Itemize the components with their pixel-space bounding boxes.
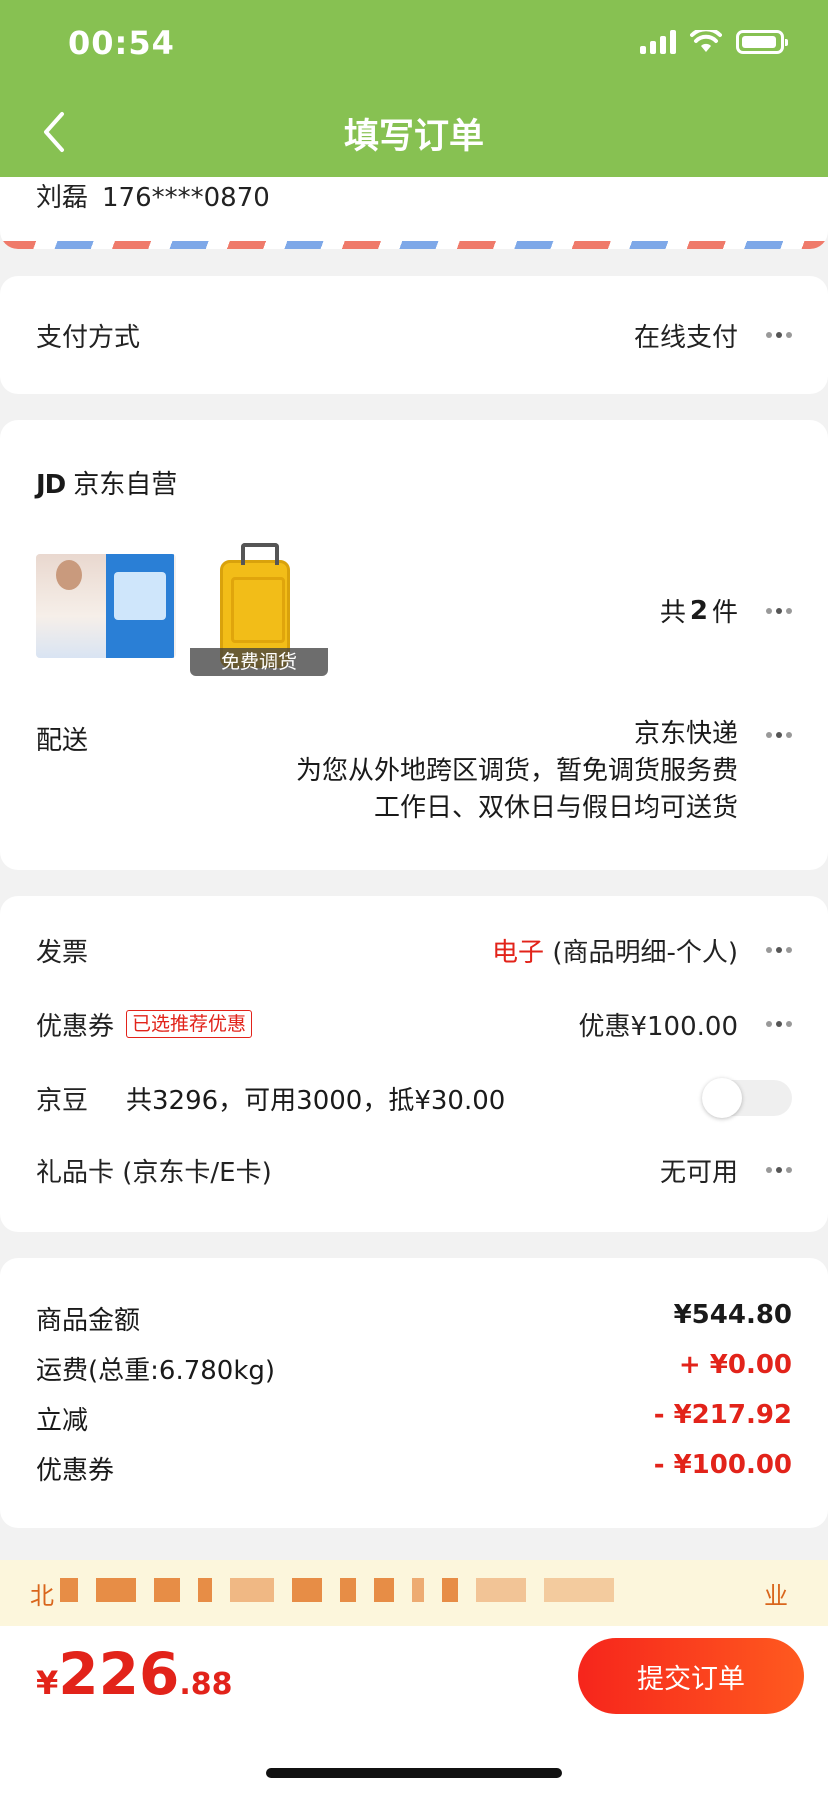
payment-label: 支付方式	[36, 322, 141, 353]
summary-label: 商品金额	[36, 1306, 141, 1336]
delivery-text: 京东快递 为您从外地跨区调货，暂免调货服务费 工作日、双休日与假日均可送货	[296, 716, 738, 827]
product-image-part	[36, 554, 110, 658]
delivery-note: 为您从外地跨区调货，暂免调货服务费	[295, 756, 738, 786]
giftcard-label: 礼品卡 (京东卡/E卡)	[36, 1157, 272, 1188]
coupon-value: 优惠¥100.00	[578, 1011, 738, 1042]
recipient-name: 刘磊	[36, 183, 89, 213]
address-card[interactable]: 刘磊 176****0870	[0, 177, 828, 249]
item-count-suffix: 件	[711, 598, 738, 628]
status-icons	[640, 30, 788, 54]
giftcard-row[interactable]: 礼品卡 (京东卡/E卡) 无可用	[36, 1150, 792, 1190]
item-count-prefix: 共	[659, 598, 686, 628]
jingdou-toggle[interactable]	[702, 1078, 792, 1118]
product-thumbnail-travel-pack[interactable]	[36, 554, 176, 658]
page-title: 填写订单	[343, 117, 484, 157]
more-dots-icon	[766, 1167, 792, 1173]
price-summary-card: 商品金额 ¥544.80 运费(总重:6.780kg) + ¥0.00 立减 -…	[0, 1258, 828, 1528]
payment-card[interactable]: 支付方式 在线支付	[0, 276, 828, 394]
summary-amount: - ¥100.00	[653, 1450, 792, 1480]
shop-card: JD 京东自营 免费调货 共2件 配送 京东快递 为您从外地跨区调货，暂免调货服务…	[0, 420, 828, 870]
airmail-border-divider	[0, 241, 828, 249]
price-decimal: .88	[179, 1667, 233, 1702]
coupon-recommended-tag: 已选推荐优惠	[126, 1010, 253, 1038]
jingdou-info: 共3296，可用3000，抵¥30.00	[126, 1085, 506, 1116]
summary-amount: - ¥217.92	[653, 1400, 792, 1430]
home-indicator[interactable]	[266, 1768, 562, 1778]
product-thumbnail-suitcase[interactable]: 免费调货	[190, 540, 328, 676]
summary-row: 运费(总重:6.780kg) + ¥0.00	[36, 1350, 792, 1387]
more-dots-icon	[766, 607, 792, 614]
options-card: 发票 电子 (商品明细-个人) 优惠券 已选推荐优惠 优惠¥100.00 京豆 …	[0, 896, 828, 1232]
submit-order-button[interactable]: 提交订单	[578, 1638, 804, 1714]
summary-label: 运费(总重:6.780kg)	[36, 1356, 276, 1386]
delivery-label: 配送	[36, 726, 89, 756]
price-integer: 226	[58, 1640, 180, 1708]
delivery-method: 京东快递	[633, 719, 738, 749]
summary-label: 优惠券	[36, 1456, 115, 1486]
shop-name-text: 京东自营	[73, 470, 178, 500]
free-transfer-tag: 免费调货	[190, 648, 328, 676]
notice-text-start: 北	[30, 1582, 54, 1610]
header-bar: 00:54 填写订单	[0, 0, 828, 177]
notice-bar: 北 业	[0, 1560, 828, 1626]
price-currency: ¥	[36, 1664, 59, 1702]
more-dots-icon	[766, 947, 792, 953]
wifi-icon	[690, 30, 722, 52]
delivery-note: 工作日、双休日与假日均可送货	[373, 793, 738, 823]
more-dots-icon	[766, 1021, 792, 1027]
jingdou-row: 京豆 共3296，可用3000，抵¥30.00	[36, 1076, 792, 1120]
invoice-type: 电子	[492, 937, 545, 968]
summary-amount: ¥544.80	[673, 1300, 792, 1330]
summary-row: 立减 - ¥217.92	[36, 1400, 792, 1437]
address-contact: 刘磊 176****0870	[36, 177, 270, 214]
invoice-row[interactable]: 发票 电子 (商品明细-个人)	[36, 930, 792, 970]
jingdou-label: 京豆	[36, 1085, 89, 1116]
redacted-text	[60, 1578, 614, 1602]
notice-text-end: 业	[764, 1582, 788, 1610]
summary-amount: + ¥0.00	[678, 1350, 792, 1380]
summary-row: 优惠券 - ¥100.00	[36, 1450, 792, 1487]
battery-icon	[736, 30, 788, 54]
item-count-number: 2	[689, 595, 708, 626]
payment-row[interactable]: 支付方式 在线支付	[36, 310, 792, 360]
coupon-row[interactable]: 优惠券 已选推荐优惠 优惠¥100.00	[36, 1004, 792, 1044]
delivery-options[interactable]: 京东快递 为您从外地跨区调货，暂免调货服务费 工作日、双休日与假日均可送货	[296, 719, 792, 827]
recipient-phone: 176****0870	[102, 183, 270, 213]
jd-logo: JD	[36, 470, 66, 500]
status-time: 00:54	[68, 24, 175, 62]
invoice-label: 发票	[36, 937, 89, 968]
shop-name: JD 京东自营	[36, 464, 177, 501]
payment-value: 在线支付	[633, 322, 738, 353]
invoice-value: 电子 (商品明细-个人)	[492, 932, 738, 969]
item-count[interactable]: 共2件	[660, 592, 792, 629]
more-dots-icon	[766, 332, 792, 338]
total-price: ¥226.88	[36, 1640, 233, 1708]
more-dots-icon	[766, 732, 792, 738]
giftcard-value: 无可用	[659, 1157, 738, 1188]
bottom-action-bar: ¥226.88 提交订单	[0, 1626, 828, 1794]
invoice-detail: (商品明细-个人)	[552, 937, 738, 968]
cellular-signal-icon	[640, 30, 676, 54]
summary-row: 商品金额 ¥544.80	[36, 1300, 792, 1337]
product-image-part	[106, 554, 174, 658]
coupon-label: 优惠券	[36, 1011, 115, 1042]
summary-label: 立减	[36, 1406, 89, 1436]
